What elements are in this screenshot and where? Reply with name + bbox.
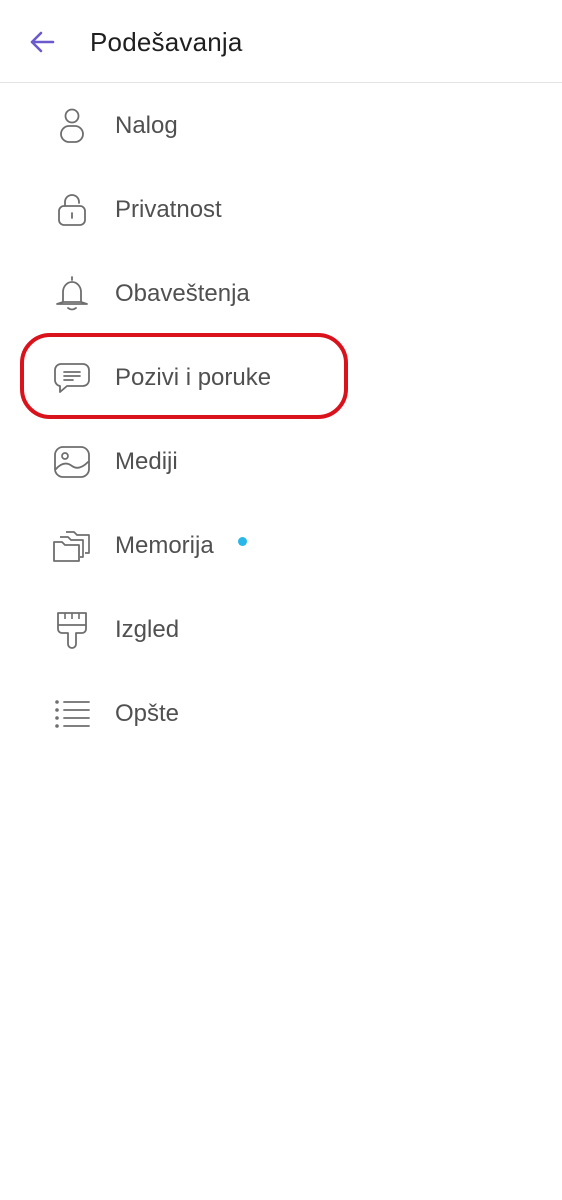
settings-menu: Nalog Privatnost Obaveštenja Pozivi i po… [0, 84, 562, 756]
menu-item-storage[interactable]: Memorija [0, 504, 562, 588]
list-icon [51, 694, 93, 734]
menu-item-label: Privatnost [115, 196, 222, 223]
paint-brush-icon [51, 610, 93, 650]
page-title: Podešavanja [90, 27, 243, 57]
menu-item-appearance[interactable]: Izgled [0, 588, 562, 672]
menu-item-notifications[interactable]: Obaveštenja [0, 252, 562, 336]
menu-item-calls-and-messages[interactable]: Pozivi i poruke [0, 336, 562, 420]
back-button[interactable] [22, 22, 62, 62]
menu-item-label: Nalog [115, 112, 178, 139]
menu-item-label: Opšte [115, 700, 180, 727]
menu-item-label: Pozivi i poruke [115, 364, 272, 391]
menu-item-general[interactable]: Opšte [0, 672, 562, 756]
bell-icon [51, 274, 93, 314]
chat-bubble-icon [51, 358, 93, 398]
folders-icon [51, 526, 93, 566]
menu-item-media[interactable]: Mediji [0, 420, 562, 504]
arrow-left-icon [28, 30, 56, 54]
menu-item-privacy[interactable]: Privatnost [0, 168, 562, 252]
app-header: Podešavanja [0, 0, 562, 83]
menu-item-account[interactable]: Nalog [0, 84, 562, 168]
menu-item-label: Obaveštenja [115, 280, 250, 307]
lock-icon [51, 190, 93, 230]
menu-item-label: Mediji [115, 448, 178, 475]
person-icon [51, 106, 93, 146]
menu-item-label: Memorija [115, 532, 214, 559]
image-icon [51, 442, 93, 482]
menu-item-label: Izgled [115, 616, 180, 643]
notification-dot [238, 537, 247, 546]
